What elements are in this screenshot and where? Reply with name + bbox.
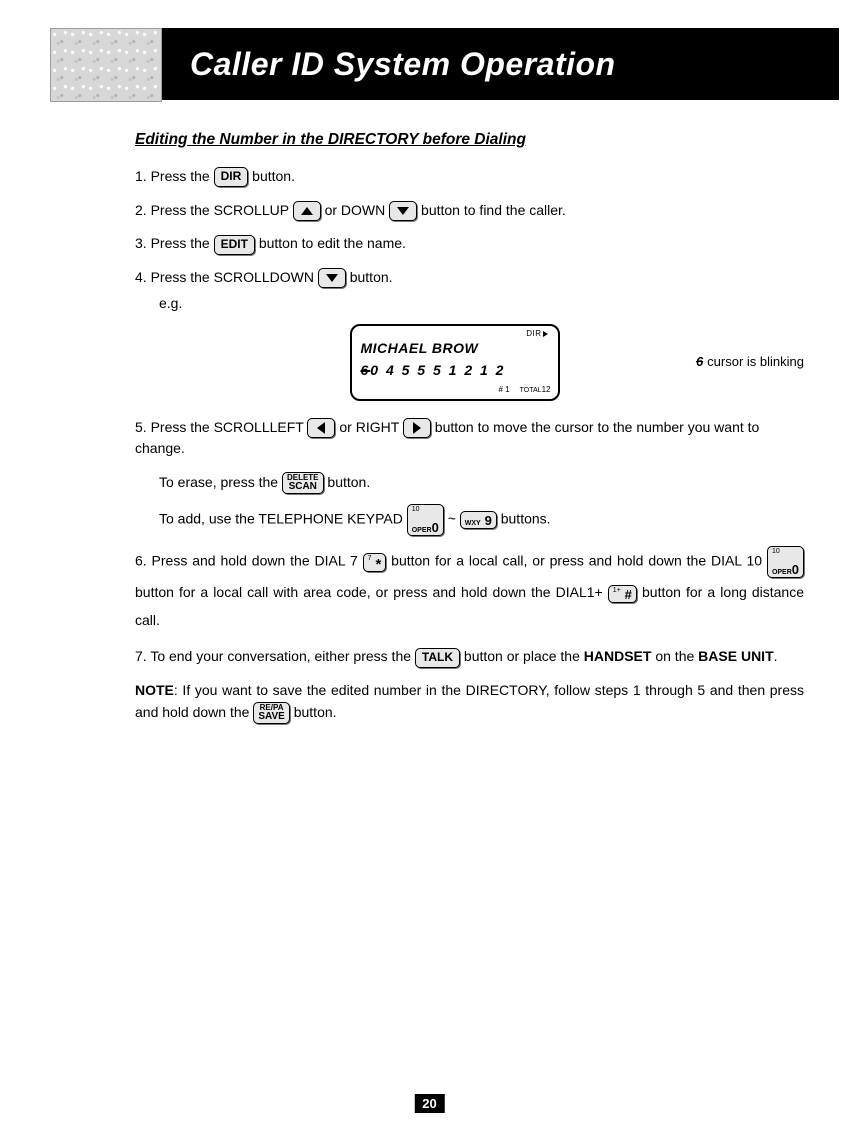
step-2-text-a: 2. Press the SCROLLUP <box>135 202 293 218</box>
keypad-star-button: 7 * <box>363 553 387 572</box>
keypad-0-sub: OPER <box>412 527 432 534</box>
note-text-b: button. <box>294 704 337 720</box>
lcd-example-row: DIR MICHAEL BROW 60 4 5 5 5 1 2 1 2 # 1 … <box>225 318 804 406</box>
handset-bold: HANDSET <box>584 648 652 664</box>
keypad-star-main: * <box>375 556 381 573</box>
lcd-hash: # 1 <box>499 384 510 397</box>
step-3: 3. Press the EDIT button to edit the nam… <box>135 233 804 255</box>
step-2: 2. Press the SCROLLUP or DOWN button to … <box>135 200 804 222</box>
step-7-text-d: . <box>774 648 778 664</box>
step-6: 6. Press and hold down the DIAL 7 7 * bu… <box>135 546 804 634</box>
lcd-display: DIR MICHAEL BROW 60 4 5 5 5 1 2 1 2 # 1 … <box>350 324 560 400</box>
step-5-add: To add, use the TELEPHONE KEYPAD 10 OPER… <box>159 504 804 536</box>
lcd-total-value: 12 <box>542 385 551 394</box>
scroll-down-icon <box>318 268 346 288</box>
scroll-down-icon <box>389 201 417 221</box>
step-3-text-b: button to edit the name. <box>259 235 406 251</box>
keypad-0-main-2: 0 <box>792 562 799 577</box>
step-3-text-a: 3. Press the <box>135 235 214 251</box>
keypad-0-sub-2: OPER <box>772 569 792 576</box>
page-header: Caller ID System Operation <box>50 28 839 100</box>
step-2-text-b: or DOWN <box>325 202 390 218</box>
step-5: 5. Press the SCROLLLEFT or RIGHT button … <box>135 417 804 460</box>
repa-save-button: RE/PA SAVE <box>253 702 290 724</box>
step-7-text-c: on the <box>655 648 698 664</box>
page-title: Caller ID System Operation <box>162 28 839 100</box>
step-5-add-a: To add, use the TELEPHONE KEYPAD <box>159 511 407 527</box>
section-heading: Editing the Number in the DIRECTORY befo… <box>135 128 804 152</box>
step-6-text-b: button for a local call, or press and ho… <box>391 553 767 569</box>
edit-button: EDIT <box>214 235 255 255</box>
step-5-erase-a: To erase, press the <box>159 474 282 490</box>
delete-label-bot: SCAN <box>287 482 319 492</box>
decorative-static-image <box>50 28 162 102</box>
step-1-text-b: button. <box>252 168 295 184</box>
dir-button: DIR <box>214 167 249 187</box>
lcd-number-rest: 0 4 5 5 5 1 2 1 2 <box>370 362 505 378</box>
step-1: 1. Press the DIR button. <box>135 166 804 188</box>
note-text-a: : If you want to save the edited number … <box>135 682 804 720</box>
tilde-range: ~ <box>448 511 460 527</box>
step-4: 4. Press the SCROLLDOWN button. <box>135 267 804 289</box>
lcd-number-cursor-digit: 6 <box>360 362 370 378</box>
keypad-star-sup: 7 <box>368 555 372 562</box>
keypad-hash-button: 1+ # <box>608 585 637 603</box>
keypad-0-sup-2: 10 <box>772 548 780 555</box>
scroll-left-icon <box>307 418 335 438</box>
step-6-text-a: 6. Press and hold down the DIAL 7 <box>135 553 363 569</box>
step-5-text-a: 5. Press the SCROLLLEFT <box>135 419 307 435</box>
keypad-0-main: 0 <box>432 520 439 535</box>
keypad-9-button: WXY 9 <box>460 511 497 529</box>
step-5-erase-b: button. <box>327 474 370 490</box>
step-7-text-a: 7. To end your conversation, either pres… <box>135 648 415 664</box>
cursor-blink-note: 6 cursor is blinking <box>696 352 804 372</box>
lcd-name: MICHAEL BROW <box>360 338 550 360</box>
step-4-text-a: 4. Press the SCROLLDOWN <box>135 269 318 285</box>
note-block: NOTE: If you want to save the edited num… <box>135 680 804 724</box>
step-5-add-b: buttons. <box>501 511 551 527</box>
scroll-right-icon <box>403 418 431 438</box>
step-5-erase: To erase, press the DELETE SCAN button. <box>159 472 804 494</box>
keypad-hash-sup: 1+ <box>613 587 621 594</box>
cursor-sample-char: 6 <box>696 352 703 372</box>
step-7: 7. To end your conversation, either pres… <box>135 646 804 668</box>
step-2-text-c: button to find the caller. <box>421 202 566 218</box>
keypad-0-button-2: 10 OPER0 <box>767 546 804 578</box>
delete-scan-button: DELETE SCAN <box>282 472 324 494</box>
repa-bot: SAVE <box>258 712 285 722</box>
scroll-up-icon <box>293 201 321 221</box>
step-6-text-c: button for a local call with area code, … <box>135 584 608 600</box>
keypad-9-sub: WXY <box>465 520 481 527</box>
content-body: Editing the Number in the DIRECTORY befo… <box>135 128 804 736</box>
keypad-0-sup: 10 <box>412 506 420 513</box>
step-7-text-b: button or place the <box>464 648 584 664</box>
page-number: 20 <box>414 1094 444 1113</box>
step-5-text-b: or RIGHT <box>339 419 403 435</box>
keypad-9-main: 9 <box>485 513 492 528</box>
talk-button: TALK <box>415 648 460 668</box>
keypad-hash-main: # <box>625 587 632 602</box>
lcd-dir-indicator: DIR <box>526 328 548 340</box>
example-label: e.g. <box>159 293 804 315</box>
step-4-text-b: button. <box>350 269 393 285</box>
base-unit-bold: BASE UNIT <box>698 648 773 664</box>
keypad-0-button: 10 OPER0 <box>407 504 444 536</box>
cursor-note-text: cursor is blinking <box>707 352 804 372</box>
lcd-total-label: TOTAL <box>520 387 542 394</box>
note-label: NOTE <box>135 682 174 698</box>
lcd-number: 60 4 5 5 5 1 2 1 2 <box>360 360 550 382</box>
step-1-text-a: 1. Press the <box>135 168 214 184</box>
